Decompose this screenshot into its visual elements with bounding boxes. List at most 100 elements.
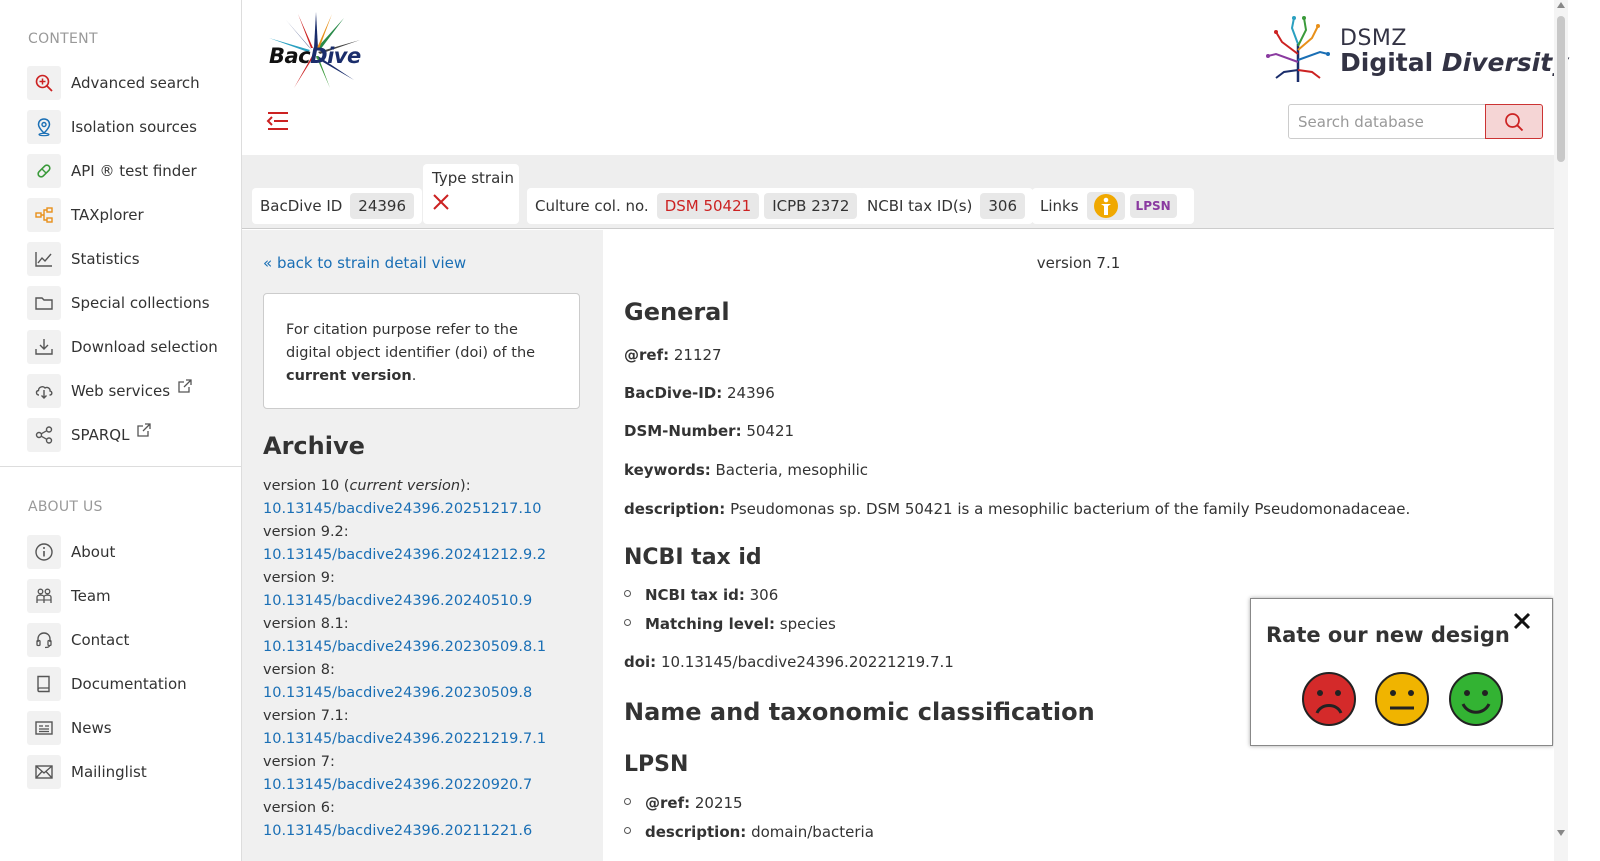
archive-doi-link[interactable]: 10.13145/bacdive24396.20230509.8: [263, 682, 593, 705]
field-lpsn-ref: @ref: 20215: [624, 794, 743, 812]
about-section-title: ABOUT US: [28, 499, 103, 515]
sidebar-item-download-selection[interactable]: Download selection: [27, 325, 237, 369]
bacdive-logo-text: BacDive: [269, 44, 361, 68]
sidebar-item-label: Documentation: [71, 675, 187, 693]
team-icon: [27, 579, 61, 613]
share-nodes-icon: [27, 418, 61, 452]
sidebar-item-sparql[interactable]: SPARQL: [27, 413, 237, 457]
about-nav: About Team Contact Documentation News Ma…: [27, 530, 237, 794]
section-general-title: General: [624, 298, 730, 326]
happy-face-icon[interactable]: [1448, 671, 1504, 727]
field-ref: @ref: 21127: [624, 346, 722, 364]
version-label: version 7.1: [1036, 254, 1121, 272]
ncbi-id-value[interactable]: 306: [980, 193, 1026, 219]
search-icon: [1505, 112, 1524, 131]
page-scrollbar[interactable]: [1554, 0, 1568, 861]
close-icon[interactable]: [1510, 609, 1534, 633]
archive-version-label: version 7.1:: [263, 708, 349, 724]
field-ncbi-tax-id: NCBI tax id: 306: [624, 586, 778, 604]
download-icon: [27, 330, 61, 364]
sidebar-item-label: Advanced search: [71, 74, 200, 92]
info-link-button[interactable]: [1086, 192, 1125, 220]
sidebar-divider: [0, 466, 241, 467]
book-icon: [27, 667, 61, 701]
archive-version-label: version 9.2:: [263, 524, 349, 540]
sidebar-item-label: TAXplorer: [71, 206, 144, 224]
search-input[interactable]: [1288, 104, 1486, 139]
sidebar-item-statistics[interactable]: Statistics: [27, 237, 237, 281]
content-section-title: CONTENT: [28, 31, 98, 47]
sidebar-item-special-collections[interactable]: Special collections: [27, 281, 237, 325]
sidebar-item-team[interactable]: Team: [27, 574, 237, 618]
bacdive-id-value: 24396: [350, 193, 415, 219]
culture-label: Culture col. no.: [535, 197, 649, 215]
archive-doi-link[interactable]: 10.13145/bacdive24396.20211221.6: [263, 820, 593, 843]
culture-collection-chip: Culture col. no. DSM 50421 ICPB 2372: [527, 188, 866, 224]
sidebar-item-taxplorer[interactable]: TAXplorer: [27, 193, 237, 237]
hierarchy-icon: [27, 198, 61, 232]
location-pin-icon: [27, 110, 61, 144]
sidebar-item-advanced-search[interactable]: Advanced search: [27, 61, 237, 105]
sidebar-item-news[interactable]: News: [27, 706, 237, 750]
archive-doi-link[interactable]: 10.13145/bacdive24396.20230509.8.1: [263, 636, 593, 659]
neutral-face-icon[interactable]: [1374, 671, 1430, 727]
cross-icon: [432, 193, 510, 215]
field-bacdive-id: BacDive-ID: 24396: [624, 384, 775, 402]
field-lpsn-description: description: domain/bacteria: [624, 823, 874, 841]
info-person-icon: [1093, 194, 1118, 218]
sidebar-item-label: Web services: [71, 382, 171, 400]
header: BacDive DSMZ Digital Diversity: [242, 0, 1569, 155]
culture-number: ICPB 2372: [764, 193, 858, 219]
strain-detail-main: version 7.1 General @ref: 21127 BacDive-…: [603, 230, 1554, 861]
sidebar-item-isolation-sources[interactable]: Isolation sources: [27, 105, 237, 149]
ncbi-label: NCBI tax ID(s): [867, 197, 973, 215]
type-strain-chip: Type strain: [423, 164, 519, 224]
sidebar-item-label: Isolation sources: [71, 118, 197, 136]
content-nav: Advanced search Isolation sources API ® …: [27, 61, 237, 457]
section-lpsn-title: LPSN: [624, 752, 689, 777]
info-icon: [27, 535, 61, 569]
sidebar-item-mailinglist[interactable]: Mailinglist: [27, 750, 237, 794]
section-taxonomy-title: Name and taxonomic classification: [624, 698, 1095, 726]
bacdive-id-label: BacDive ID: [260, 197, 343, 215]
sidebar-item-contact[interactable]: Contact: [27, 618, 237, 662]
dsmz-logo[interactable]: DSMZ Digital Diversity: [1262, 14, 1569, 86]
sidebar-item-api-test-finder[interactable]: API ® test finder: [27, 149, 237, 193]
sidebar: CONTENT Advanced search Isolation source…: [0, 0, 242, 861]
dsmz-logo-bottom: Digital Diversity: [1340, 48, 1569, 77]
back-to-strain-link[interactable]: « back to strain detail view: [263, 254, 466, 272]
sidebar-item-web-services[interactable]: Web services: [27, 369, 237, 413]
scroll-up-icon[interactable]: [1557, 2, 1565, 8]
type-strain-label: Type strain: [432, 169, 514, 187]
lpsn-link-button[interactable]: LPSN: [1129, 194, 1177, 218]
archive-doi-link[interactable]: 10.13145/bacdive24396.20220920.7: [263, 774, 593, 797]
archive-version-label: version 8:: [263, 662, 335, 678]
sidebar-item-about[interactable]: About: [27, 530, 237, 574]
folder-icon: [27, 286, 61, 320]
culture-number-link[interactable]: DSM 50421: [656, 193, 760, 219]
search-button[interactable]: [1485, 104, 1543, 139]
line-chart-icon: [27, 242, 61, 276]
sidebar-item-documentation[interactable]: Documentation: [27, 662, 237, 706]
sidebar-item-label: Special collections: [71, 294, 210, 312]
scroll-down-icon[interactable]: [1557, 830, 1565, 836]
headset-icon: [27, 623, 61, 657]
sad-face-icon[interactable]: [1301, 671, 1357, 727]
archive-doi-link[interactable]: 10.13145/bacdive24396.20221219.7.1: [263, 728, 593, 751]
sidebar-item-label: About: [71, 543, 116, 561]
scrollbar-thumb[interactable]: [1557, 16, 1565, 162]
citation-notice: For citation purpose refer to the digita…: [263, 293, 580, 409]
field-keywords: keywords: Bacteria, mesophilic: [624, 461, 869, 479]
field-doi: doi: 10.13145/bacdive24396.20221219.7.1: [624, 653, 954, 671]
rating-popup: Rate our new design: [1250, 598, 1553, 746]
archive-list: version 10 (current version): 10.13145/b…: [263, 475, 593, 843]
strain-info-bar: BacDive ID 24396 Type strain Culture col…: [242, 155, 1554, 229]
archive-version-label: version 8.1:: [263, 616, 349, 632]
archive-doi-link[interactable]: 10.13145/bacdive24396.20240510.9: [263, 590, 593, 613]
sidebar-item-label: API ® test finder: [71, 162, 197, 180]
archive-doi-link[interactable]: 10.13145/bacdive24396.20241212.9.2: [263, 544, 593, 567]
links-label: Links: [1040, 197, 1079, 215]
archive-doi-link[interactable]: 10.13145/bacdive24396.20251217.10: [263, 498, 593, 521]
sidebar-item-label: SPARQL: [71, 426, 130, 444]
sidebar-toggle-icon[interactable]: [266, 110, 290, 132]
